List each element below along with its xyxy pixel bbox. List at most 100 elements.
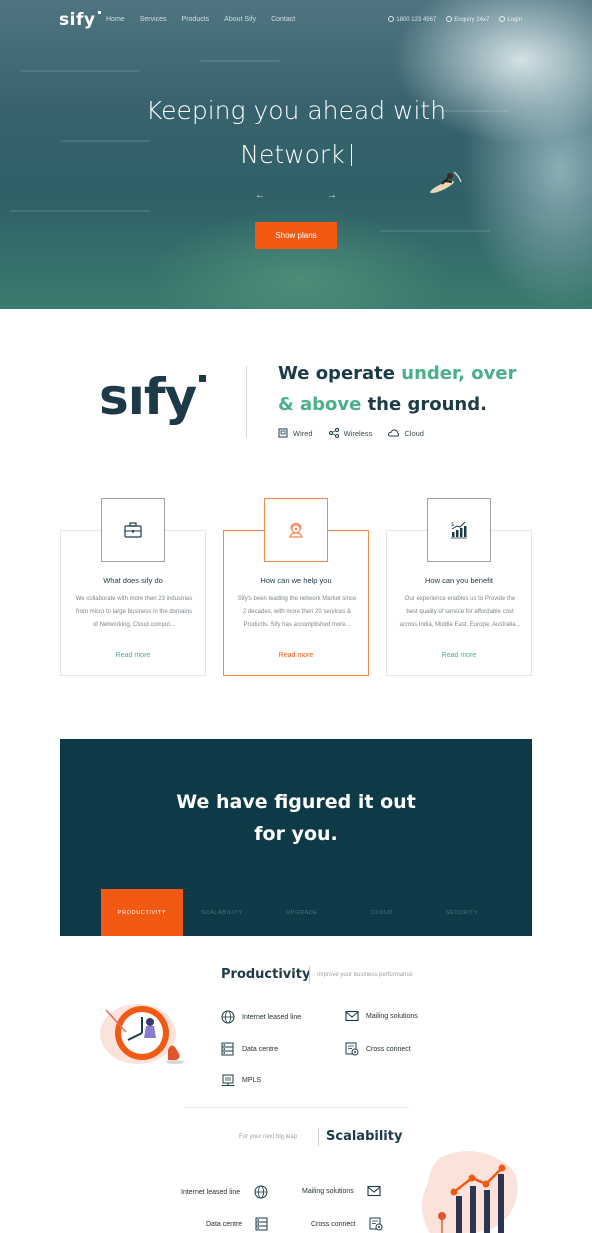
- tag-label: Wired: [293, 428, 313, 438]
- prev-slide-arrow-icon[interactable]: ←: [255, 190, 265, 201]
- nav-link-contact[interactable]: Contact: [271, 16, 295, 23]
- globe-icon: [221, 1010, 235, 1024]
- enquiry-label: Enquiry 24x7: [454, 17, 490, 23]
- nav-link-services[interactable]: Services: [140, 16, 167, 23]
- hero-title-line1: Keeping you ahead with: [145, 96, 447, 125]
- panel-title-line2: for you.: [254, 823, 338, 845]
- read-more-link[interactable]: Read more: [387, 652, 531, 659]
- product-cross-connect[interactable]: Cross connect: [345, 1042, 411, 1056]
- headline-highlight2: & above: [278, 394, 362, 415]
- service-tags: Wired Wireless Cloud: [278, 428, 440, 438]
- wave-line: [380, 230, 490, 232]
- server-icon: [221, 1042, 234, 1056]
- tab-productivity[interactable]: PRODUCTIVITY: [101, 889, 183, 936]
- login-link[interactable]: Login: [499, 16, 522, 23]
- tab-cloud[interactable]: CLOUD: [341, 889, 423, 936]
- divider: [318, 1128, 319, 1146]
- enquiry-link[interactable]: Enquiry 24x7: [446, 16, 489, 23]
- solution-tabs: PRODUCTIVITY SCALABILITY UPGRADE CLOUD S…: [101, 889, 501, 936]
- network-doc-icon: [369, 1217, 383, 1231]
- clock-illustration: [100, 1004, 184, 1064]
- headline-part1: We operate: [278, 363, 402, 384]
- nav-link-about[interactable]: About Sify: [224, 16, 256, 23]
- scalability-title: Scalability: [326, 1129, 403, 1144]
- divider: [309, 966, 310, 984]
- product-label: Internet leased line: [181, 1188, 241, 1196]
- mpls-network-icon: [221, 1074, 235, 1086]
- tab-scalability[interactable]: SCALABILITY: [181, 889, 263, 936]
- card-title: What does sify do: [103, 576, 163, 585]
- product-label: Data centre: [242, 1045, 279, 1053]
- product-label: Cross connect: [311, 1220, 356, 1228]
- hero-title: Keeping you ahead with Network: [96, 89, 496, 177]
- wave-line: [10, 210, 150, 212]
- nav-utilities: 1800 123 4567 Enquiry 24x7 Login: [388, 16, 522, 23]
- wave-line: [200, 60, 280, 62]
- phone-icon: [388, 16, 395, 22]
- phone-link[interactable]: 1800 123 4567: [388, 16, 436, 23]
- headline-part2: the ground.: [361, 394, 487, 415]
- figured-out-panel: We have figured it out for you. PRODUCTI…: [60, 739, 532, 936]
- svg-text:$: $: [451, 522, 454, 528]
- card-text: Sify's been leading the network Market s…: [237, 596, 357, 628]
- text-cursor: [350, 144, 352, 166]
- scale-data-centre[interactable]: Data centre: [206, 1217, 268, 1231]
- hero-title-line2: Network: [240, 140, 345, 169]
- section-divider: [184, 1107, 409, 1108]
- logo-dot: [199, 375, 206, 382]
- tag-wired: Wired: [278, 428, 313, 438]
- server-icon: [255, 1217, 268, 1231]
- growth-chart-icon: $: [427, 498, 491, 562]
- nav-link-products[interactable]: Products: [182, 16, 210, 23]
- mail-icon: [345, 1010, 359, 1022]
- sify-logo[interactable]: sify: [59, 10, 102, 30]
- product-internet-leased-line[interactable]: Internet leased line: [221, 1010, 301, 1024]
- panel-title: We have figured it out for you.: [60, 786, 532, 850]
- product-label: MPLS: [242, 1077, 262, 1084]
- product-label: Data centre: [206, 1220, 243, 1228]
- user-icon: [499, 16, 506, 22]
- tag-cloud: Cloud: [388, 428, 424, 438]
- scale-internet-leased-line[interactable]: Internet leased line: [181, 1185, 268, 1199]
- card-text: Our experience enables us to Provide the…: [399, 596, 521, 628]
- phone-number: 1800 123 4567: [396, 17, 437, 23]
- product-label: Cross connect: [366, 1045, 411, 1053]
- tag-wireless: Wireless: [328, 428, 373, 438]
- tab-security[interactable]: SECURITY: [421, 889, 503, 936]
- tab-upgrade[interactable]: UPGRADE: [261, 889, 343, 936]
- divider: [246, 366, 247, 438]
- nav-link-home[interactable]: Home: [106, 16, 125, 23]
- support-agent-icon: [264, 498, 328, 562]
- read-more-link[interactable]: Read more: [61, 652, 205, 659]
- globe-icon: [254, 1185, 268, 1199]
- product-data-centre[interactable]: Data centre: [221, 1042, 278, 1056]
- card-text: We collaborate with more then 23 industr…: [75, 596, 193, 628]
- product-label: Mailing solutions: [366, 1012, 418, 1020]
- product-mailing-solutions[interactable]: Mailing solutions: [345, 1010, 418, 1022]
- panel-title-line1: We have figured it out: [176, 791, 416, 813]
- headline-highlight1: under, over: [401, 363, 517, 384]
- scale-cross-connect[interactable]: Cross connect: [311, 1217, 383, 1231]
- ethernet-icon: [278, 428, 288, 438]
- share-nodes-icon: [328, 428, 339, 438]
- briefcase-icon: [101, 498, 165, 562]
- scalability-subtitle: For your next big leap: [239, 1134, 298, 1140]
- next-slide-arrow-icon[interactable]: →: [327, 190, 337, 201]
- wave-line: [20, 70, 140, 72]
- product-label: Internet leased line: [242, 1013, 302, 1021]
- card-title: How can you benefit: [425, 576, 493, 585]
- tag-label: Wireless: [343, 428, 373, 438]
- login-label: Login: [507, 17, 522, 23]
- show-plans-button[interactable]: Show plans: [255, 222, 337, 249]
- read-more-link[interactable]: Read more: [224, 652, 368, 659]
- growth-illustration: [421, 1150, 518, 1233]
- card-title: How can we help you: [260, 576, 332, 585]
- about-headline: We operate under, over & above the groun…: [278, 358, 538, 420]
- nav-links: Home Services Products About Sify Contac…: [106, 16, 310, 23]
- hero-banner: sify Home Services Products About Sify C…: [0, 0, 592, 309]
- product-mpls[interactable]: MPLS: [221, 1074, 261, 1087]
- sify-brand-logo: sıfy: [99, 368, 197, 426]
- network-doc-icon: [345, 1042, 359, 1056]
- scale-mailing-solutions[interactable]: Mailing solutions: [302, 1185, 381, 1197]
- productivity-title: Productivity: [221, 967, 311, 982]
